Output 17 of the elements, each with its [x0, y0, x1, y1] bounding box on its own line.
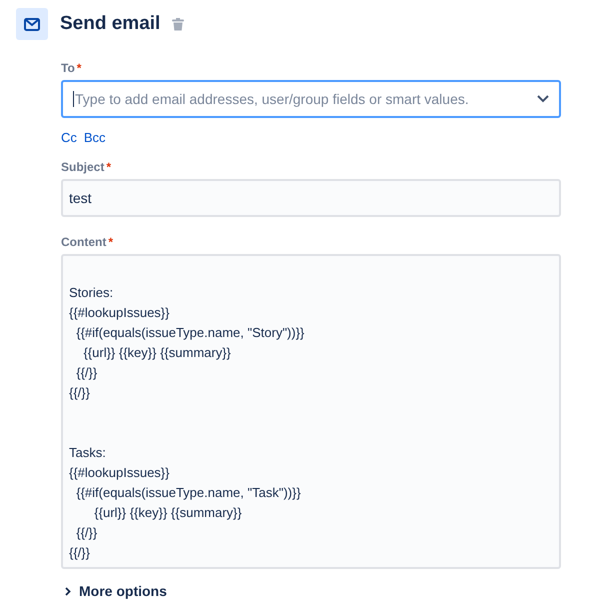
chevron-icon [65, 586, 71, 596]
content-field[interactable]: Stories: {{#lookupIssues}} {{#if(equals(issueType.name, "Story"))}} {{url}} {{key}} {{summary}} {{/}} {{/}} Tasks: {{#lookupIssues}} {{#if(equals(issueType.name, "Task"))}} {{url}} {{key}} {{summary}} {{/}} {{/}} [61, 254, 561, 569]
field-label: Content [61, 234, 106, 248]
required-mark: * [106, 160, 112, 174]
required-mark: * [76, 60, 82, 74]
more-options-toggle[interactable]: More options [61, 583, 167, 599]
chevron-down-icon[interactable] [537, 95, 549, 103]
recipient-input[interactable]: Type to add email addresses, user/group fields or smart values. [73, 91, 537, 107]
recipient-link[interactable]: Cc [61, 130, 77, 145]
field-label: Subject [61, 160, 104, 174]
subject-field[interactable]: test [61, 179, 561, 217]
action-title: Send email [60, 13, 160, 35]
email-icon [16, 8, 48, 40]
recipient-field[interactable]: Type to add email addresses, user/group fields or smart values. [61, 80, 561, 118]
required-mark: * [108, 234, 113, 248]
recipient-link[interactable]: Bcc [84, 130, 106, 145]
field-label: To [61, 60, 75, 74]
